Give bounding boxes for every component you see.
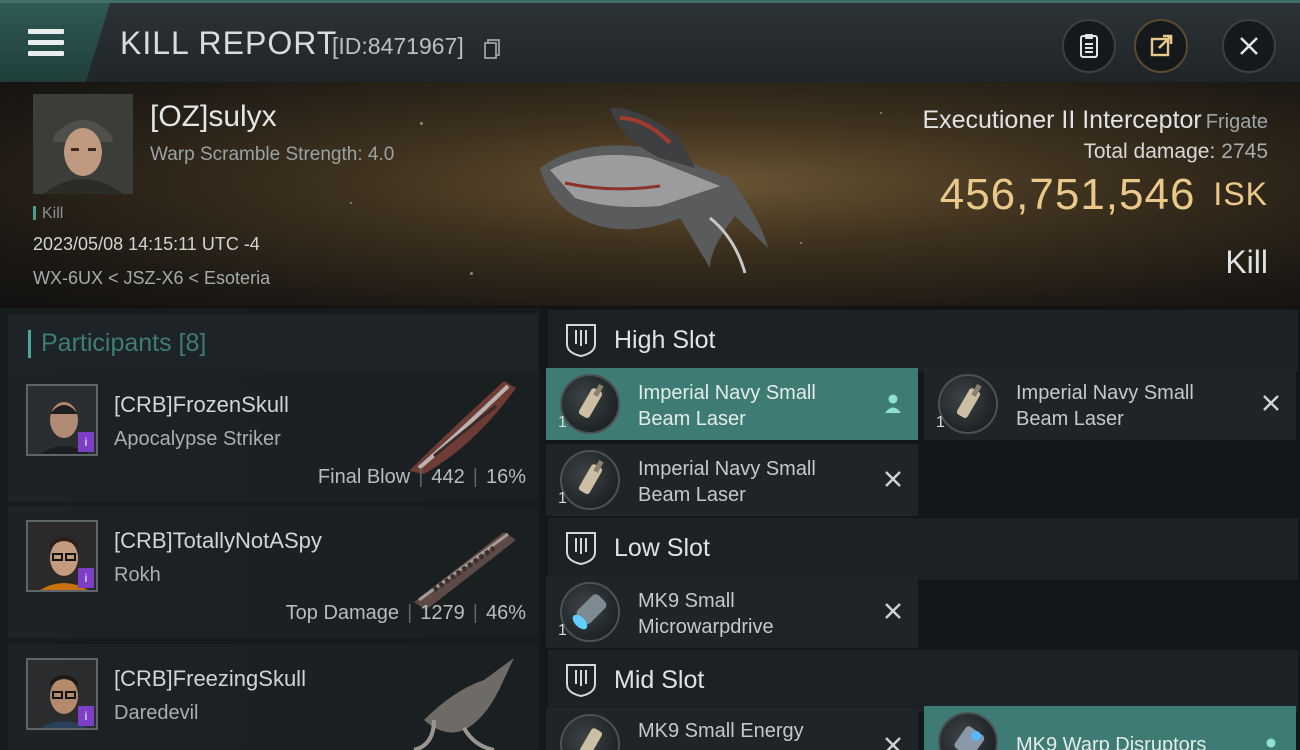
participant-row[interactable]: i [CRB]TotallyNotASpy Rokh Top Damage | 12… [8, 506, 538, 638]
destroyed-icon [885, 471, 901, 487]
module-name: Imperial Navy Small Beam Laser [638, 458, 816, 506]
mid-slot-header: Mid Slot [548, 650, 1298, 712]
module-quantity: 1 [558, 490, 567, 507]
hamburger-icon [28, 29, 64, 57]
participants-title: Participants [8] [41, 329, 207, 357]
participant-ship: Daredevil [114, 702, 199, 724]
participant-name[interactable]: [CRB]FreezingSkull [114, 666, 306, 692]
title-bar: KILL REPORT [ID:8471967] [0, 0, 1300, 82]
damage-value: 442 [431, 466, 465, 488]
module-quantity: 1 [558, 414, 567, 431]
person-icon [885, 394, 901, 413]
report-id: [ID:8471967] [332, 33, 464, 59]
total-damage-label: Total damage: [1083, 140, 1216, 163]
low-slot-title: Low Slot [614, 534, 710, 562]
participant-ship: Apocalypse Striker [114, 428, 281, 450]
participant-stats: Final Blow | 442 | 16% [317, 466, 526, 488]
isk-unit: ISK [1213, 176, 1268, 212]
share-button[interactable] [1134, 19, 1188, 73]
module-mid-2[interactable]: MK9 Warp Disruptors [924, 706, 1296, 750]
high-slot-title: High Slot [614, 326, 716, 354]
module-high-1[interactable]: 1 Imperial Navy Small Beam Laser [546, 368, 918, 440]
kill-summary: [OZ]sulyx Warp Scramble Strength: 4.0 Ki… [0, 82, 1300, 308]
clipboard-icon [1080, 34, 1098, 58]
victim-ship-image[interactable] [520, 98, 780, 278]
module-low-1[interactable]: 1 MK9 Small Microwarpdrive [546, 576, 918, 648]
corp-badge-icon: i [78, 706, 94, 726]
participant-name[interactable]: [CRB]FrozenSkull [114, 392, 289, 418]
close-icon [1240, 37, 1258, 55]
fitting-panel: High Slot 1 Imperial Navy Small Beam Las… [540, 308, 1300, 750]
total-damage: Total damage: 2745 [1083, 140, 1268, 164]
laser-icon [938, 374, 998, 434]
module-name: MK9 Small Energy [638, 720, 804, 742]
damage-percent: 46% [485, 602, 526, 624]
destroyed-icon [885, 737, 901, 750]
ship-image [414, 532, 516, 610]
close-button[interactable] [1222, 19, 1276, 73]
high-slot-icon [566, 324, 596, 358]
blow-label: Top Damage [285, 602, 400, 624]
isk-amount: 456,751,546 [939, 170, 1196, 219]
low-slot-icon [566, 532, 596, 566]
victim-avatar[interactable] [33, 94, 133, 194]
kill-location[interactable]: WX-6UX < JSZ-X6 < Esoteria [33, 268, 270, 289]
page-title: KILL REPORT [120, 25, 338, 61]
module-name: Imperial Navy Small Beam Laser [1016, 382, 1194, 430]
laser-icon [560, 374, 620, 434]
corp-badge-icon: i [78, 568, 94, 588]
menu-button[interactable] [0, 3, 110, 82]
ship-class: Frigate [1205, 111, 1268, 133]
module-quantity: 1 [936, 414, 945, 431]
clipboard-button[interactable] [1062, 19, 1116, 73]
isk-value: 456,751,546 ISK [940, 170, 1268, 220]
person-icon [1266, 738, 1276, 748]
kill-datetime: 2023/05/08 14:15:11 UTC -4 [33, 234, 260, 254]
laser-icon [560, 450, 620, 510]
damage-percent: 16% [485, 466, 526, 488]
avatar[interactable]: i [26, 520, 98, 592]
high-slot-header: High Slot [548, 310, 1298, 372]
ship-image [413, 658, 514, 750]
victim-name[interactable]: [OZ]sulyx [150, 100, 277, 134]
low-slot-header: Low Slot [548, 518, 1298, 580]
destroyed-icon [885, 603, 901, 619]
module-mid-1[interactable]: MK9 Small Energy [546, 708, 918, 750]
total-damage-value: 2745 [1221, 140, 1268, 163]
participants-header: Participants [8] [8, 314, 538, 372]
module-name: MK9 Small Microwarpdrive [638, 590, 774, 638]
copy-icon[interactable] [484, 39, 500, 59]
share-icon [1150, 34, 1173, 57]
victim-ship-name: Executioner II Interceptor Frigate [922, 106, 1268, 135]
participant-name[interactable]: [CRB]TotallyNotASpy [114, 528, 322, 554]
mid-slot-title: Mid Slot [614, 666, 705, 694]
energy-module-icon [560, 714, 620, 750]
participant-row[interactable]: i [CRB]FreezingSkull Daredevil [8, 644, 538, 750]
avatar[interactable]: i [26, 384, 98, 456]
damage-value: 1279 [420, 602, 465, 624]
result-label: Kill [1225, 244, 1268, 280]
module-high-2[interactable]: 1 Imperial Navy Small Beam Laser [924, 368, 1296, 440]
destroyed-icon [1263, 395, 1279, 411]
corp-badge-icon: i [78, 432, 94, 452]
blow-label: Final Blow [317, 466, 411, 488]
participant-ship: Rokh [114, 564, 161, 586]
avatar[interactable]: i [26, 658, 98, 730]
module-name: MK9 Warp Disruptors [1016, 734, 1207, 750]
microwarpdrive-icon [560, 582, 620, 642]
participant-row[interactable]: i [CRB]FrozenSkull Apocalypse Striker Fi… [8, 370, 538, 502]
kill-tag: Kill [33, 205, 63, 223]
victim-subtitle: Warp Scramble Strength: 4.0 [150, 144, 395, 165]
module-name: Imperial Navy Small Beam Laser [638, 382, 816, 430]
ship-image [409, 381, 516, 474]
module-high-3[interactable]: 1 Imperial Navy Small Beam Laser [546, 444, 918, 516]
participants-panel: Participants [8] i [CRB]FrozenSkull Apoc… [0, 308, 540, 750]
participant-stats: Top Damage | 1279 | 46% [285, 602, 526, 624]
module-quantity: 1 [558, 622, 567, 639]
ship-name-text[interactable]: Executioner II Interceptor [922, 106, 1201, 134]
warp-disruptor-icon [938, 712, 998, 750]
mid-slot-icon [566, 664, 596, 698]
